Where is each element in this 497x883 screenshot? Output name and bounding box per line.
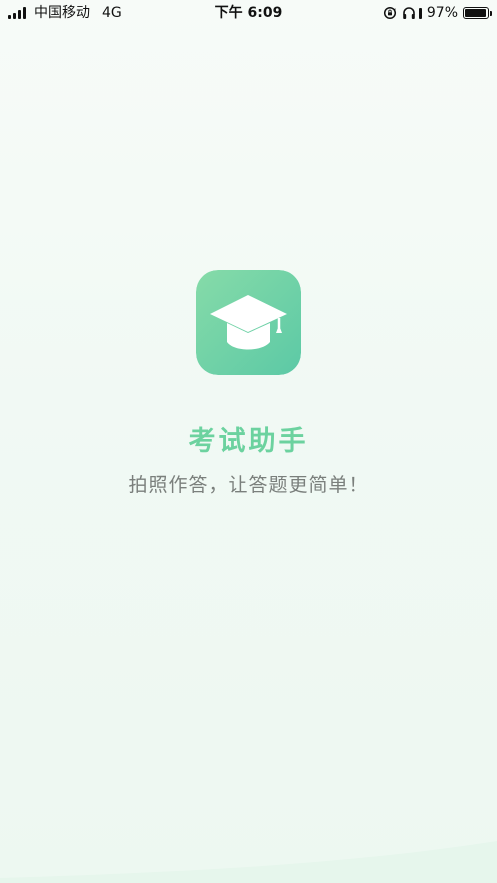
graduation-cap-icon — [196, 270, 301, 375]
app-subtitle: 拍照作答，让答题更简单！ — [128, 474, 369, 496]
battery-icon — [463, 7, 492, 19]
status-bar: 中国移动 4G 下午 6:09 97% — [0, 0, 497, 26]
rotation-lock-icon — [383, 6, 397, 20]
bottom-wave-decoration — [0, 841, 497, 883]
charging-indicator-icon — [418, 7, 422, 19]
battery-percentage: 97% — [426, 5, 458, 21]
app-logo — [196, 270, 301, 375]
headphones-icon — [402, 6, 416, 20]
status-bar-right: 97% — [383, 0, 492, 26]
battery-level — [465, 9, 487, 17]
app-title: 考试助手 — [188, 426, 309, 457]
